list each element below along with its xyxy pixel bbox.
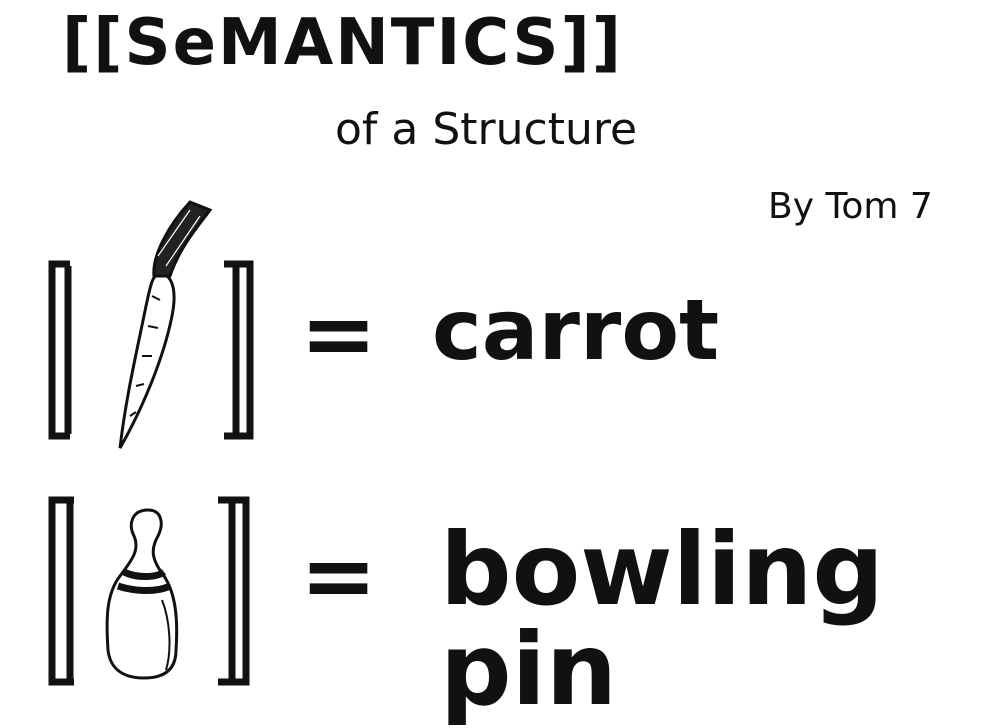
equals-sign: = <box>300 280 378 387</box>
byline: By Tom 7 <box>768 186 933 227</box>
title-left-bracket: [[ <box>62 6 125 80</box>
right-double-bracket <box>218 496 250 686</box>
left-double-bracket <box>48 496 74 686</box>
title-right-bracket: ]] <box>560 6 623 80</box>
carrot-icon <box>118 200 213 449</box>
row1-bracketed-illustration <box>48 200 254 449</box>
bowling-pin-icon <box>105 508 179 680</box>
word-bowling-pin: bowling pin <box>440 511 884 728</box>
page-title: [[SeMANTICS]] <box>62 6 623 80</box>
row2-bracketed-illustration <box>48 496 250 686</box>
word-carrot: carrot <box>432 281 720 379</box>
right-double-bracket <box>224 260 254 440</box>
left-double-bracket <box>48 260 72 440</box>
title-text: SeMANTICS <box>124 6 561 80</box>
subtitle: of a Structure <box>335 104 638 155</box>
equals-sign: = <box>300 522 378 629</box>
